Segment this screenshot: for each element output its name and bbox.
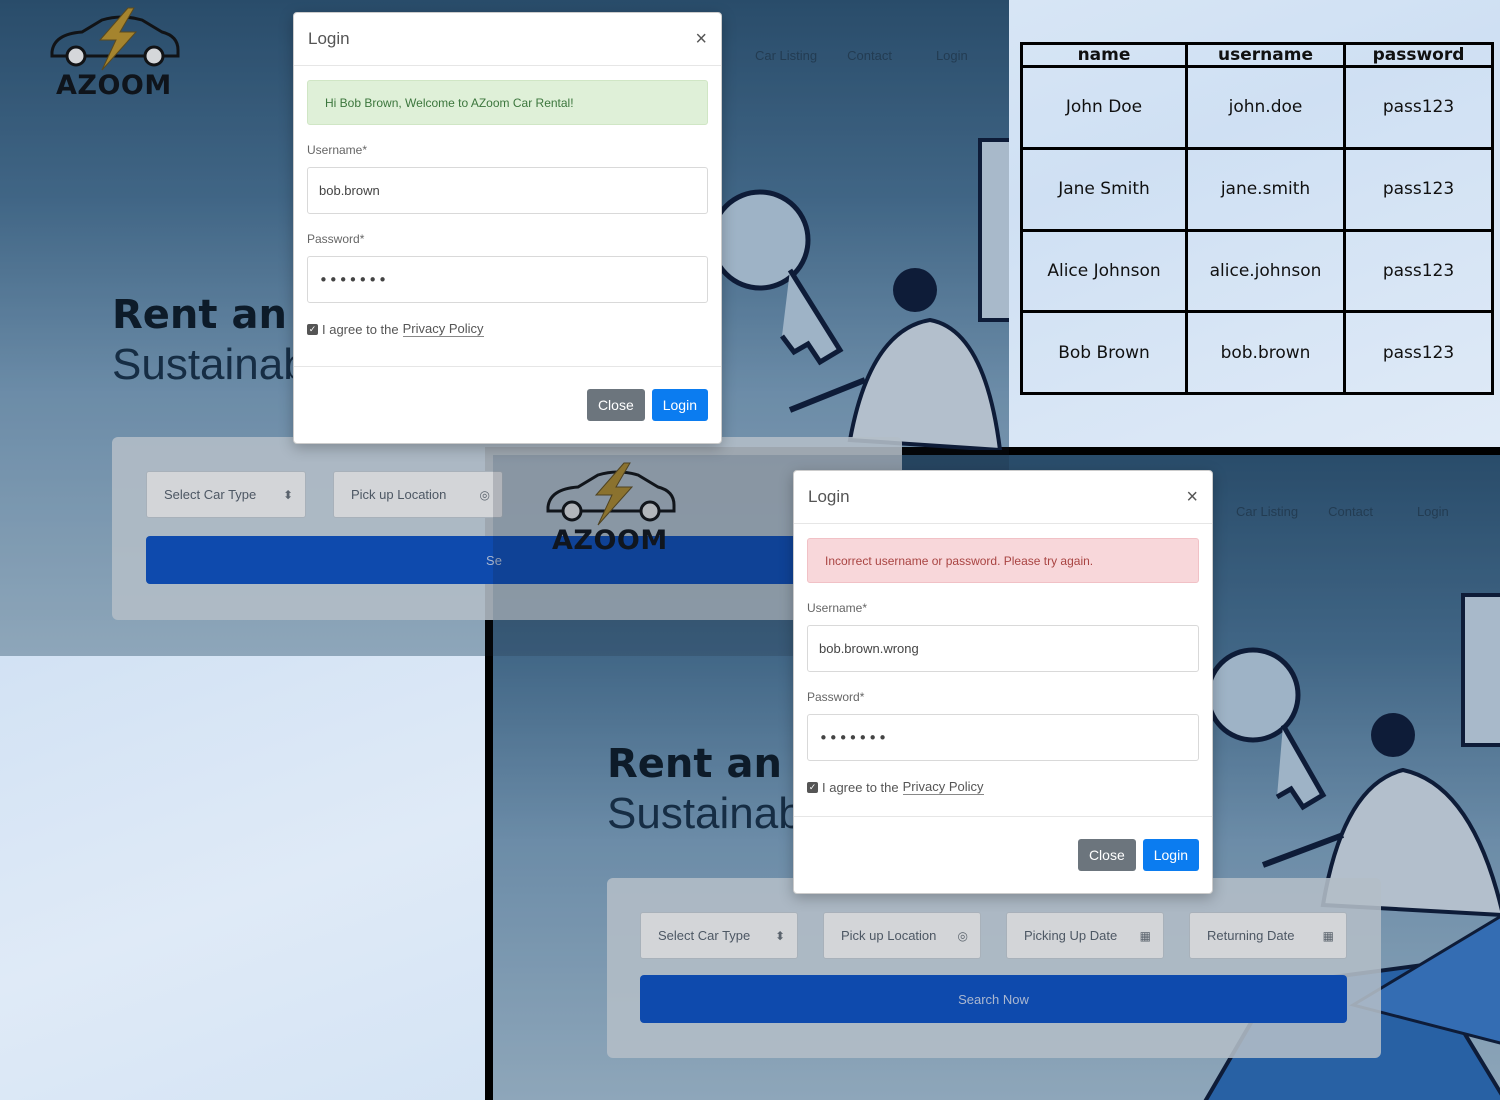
agree-checkbox[interactable]: ✓ — [807, 781, 818, 793]
modal-body: Hi Bob Brown, Welcome to AZoom Car Renta… — [294, 66, 721, 337]
modal-close-icon[interactable]: × — [1186, 487, 1198, 507]
modal-footer: Close Login — [794, 816, 1212, 893]
cell-name: John Doe — [1020, 65, 1188, 150]
modal-title: Login — [308, 29, 350, 48]
agree-checkbox[interactable]: ✓ — [307, 323, 318, 335]
privacy-agreement: ✓ I agree to the Privacy Policy — [307, 321, 708, 337]
login-modal-success: Login × Hi Bob Brown, Welcome to AZoom C… — [293, 12, 722, 444]
password-label: Password* — [307, 232, 365, 246]
login-button[interactable]: Login — [1142, 839, 1199, 871]
table-row: John Doe john.doe pass123 — [1020, 65, 1494, 150]
username-label: Username* — [307, 143, 368, 157]
screenshot-login-error: AZOOM Car Listing Contact Login Rent an … — [485, 447, 1500, 1100]
credentials-table: name username password John Doe john.doe… — [1020, 42, 1494, 395]
modal-footer: Close Login — [294, 366, 721, 443]
cell-username: alice.johnson — [1185, 228, 1346, 314]
table-header-row: name username password — [1020, 42, 1494, 68]
table-row: Jane Smith jane.smith pass123 — [1020, 146, 1494, 232]
login-button[interactable]: Login — [651, 389, 708, 421]
cell-username: john.doe — [1185, 65, 1346, 150]
modal-body: Incorrect username or password. Please t… — [794, 524, 1212, 795]
username-label: Username* — [807, 601, 868, 615]
privacy-policy-link[interactable]: Privacy Policy — [402, 321, 484, 337]
table-row: Alice Johnson alice.johnson pass123 — [1020, 228, 1494, 314]
password-input[interactable]: ••••••• — [307, 256, 708, 303]
cell-password: pass123 — [1343, 146, 1494, 232]
password-input[interactable]: ••••••• — [807, 714, 1199, 761]
privacy-policy-link[interactable]: Privacy Policy — [902, 779, 984, 795]
close-button[interactable]: Close — [586, 389, 645, 421]
error-alert: Incorrect username or password. Please t… — [807, 538, 1199, 583]
username-input[interactable]: bob.brown.wrong — [807, 625, 1199, 672]
username-input[interactable]: bob.brown — [307, 167, 708, 214]
column-header-username: username — [1185, 42, 1346, 68]
modal-header: Login × — [794, 471, 1212, 524]
cell-password: pass123 — [1343, 310, 1494, 395]
login-modal-error: Login × Incorrect username or password. … — [793, 470, 1213, 894]
cell-name: Alice Johnson — [1020, 228, 1188, 314]
modal-header: Login × — [294, 13, 721, 66]
modal-close-icon[interactable]: × — [695, 29, 707, 49]
agree-text: I agree to the — [322, 321, 399, 337]
cell-name: Jane Smith — [1020, 146, 1188, 232]
cell-username: bob.brown — [1185, 310, 1346, 395]
column-header-password: password — [1343, 42, 1494, 68]
agree-text: I agree to the — [822, 779, 899, 795]
table-row: Bob Brown bob.brown pass123 — [1020, 310, 1494, 395]
cell-password: pass123 — [1343, 228, 1494, 314]
password-label: Password* — [807, 690, 865, 704]
cell-name: Bob Brown — [1020, 310, 1188, 395]
cell-password: pass123 — [1343, 65, 1494, 150]
cell-username: jane.smith — [1185, 146, 1346, 232]
modal-title: Login — [808, 487, 850, 506]
success-alert: Hi Bob Brown, Welcome to AZoom Car Renta… — [307, 80, 708, 125]
privacy-agreement: ✓ I agree to the Privacy Policy — [807, 779, 1199, 795]
column-header-name: name — [1020, 42, 1188, 68]
close-button[interactable]: Close — [1077, 839, 1136, 871]
